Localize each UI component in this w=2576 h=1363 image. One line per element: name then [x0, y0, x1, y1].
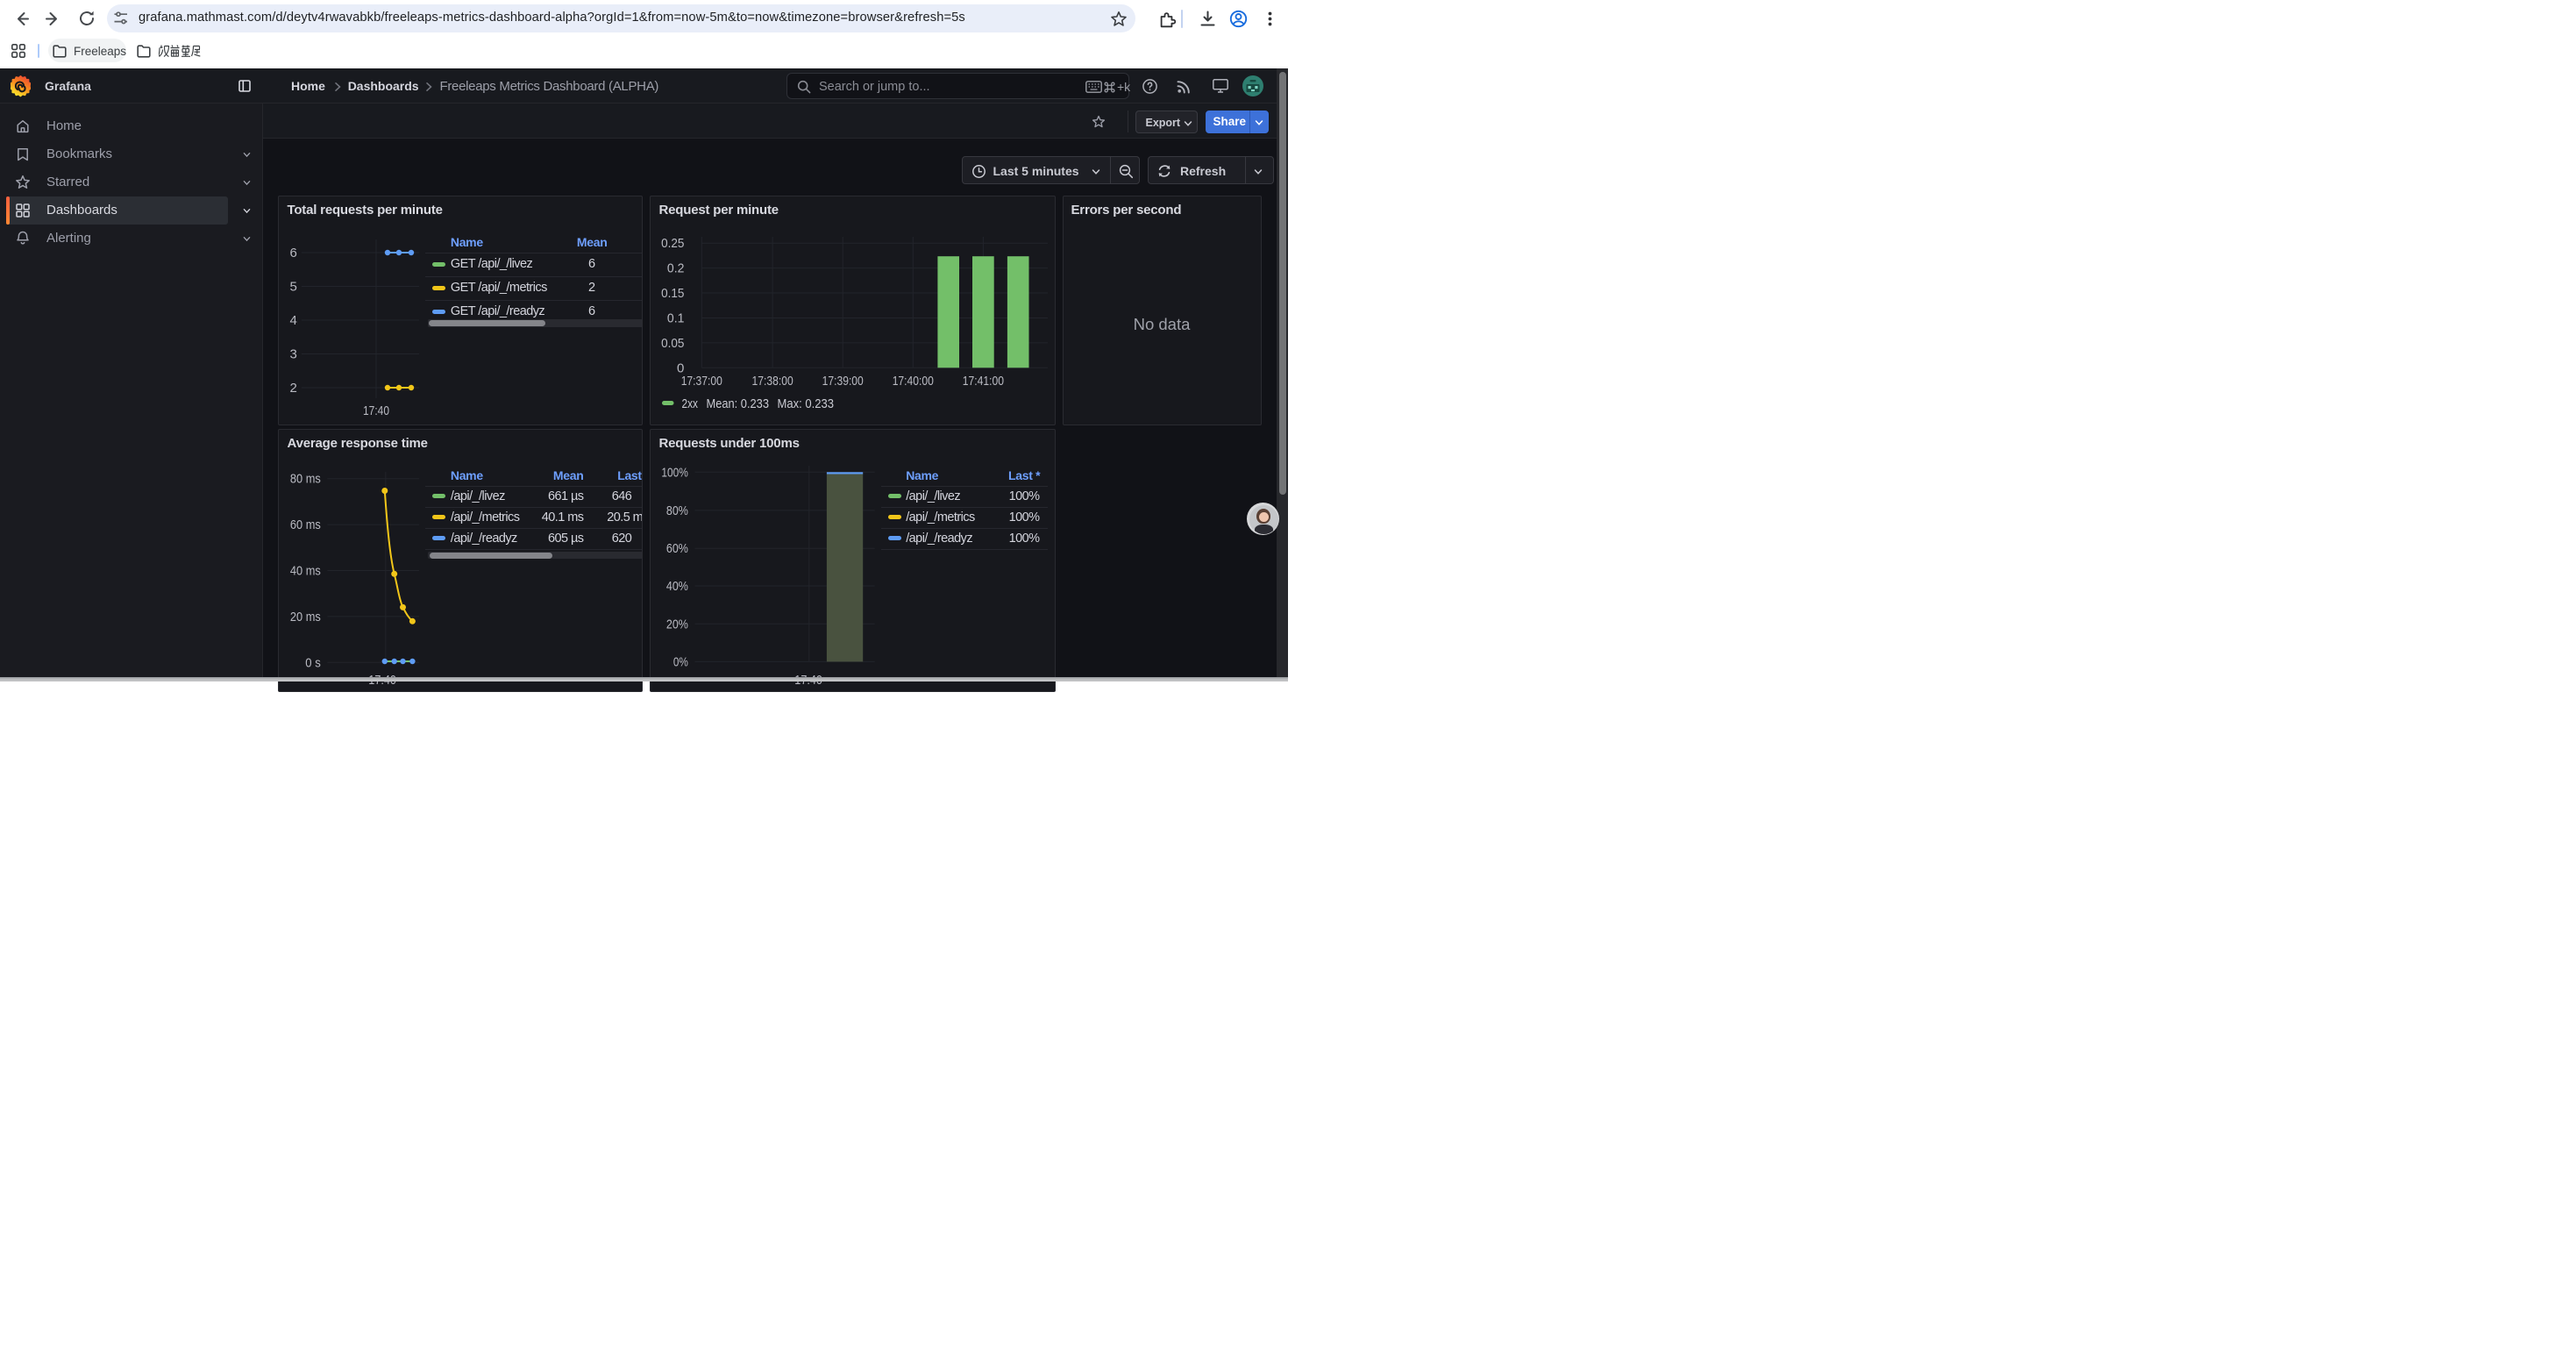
svg-text:0.15: 0.15	[661, 286, 684, 301]
svg-text:17:40:00: 17:40:00	[892, 374, 933, 389]
svg-text:17:41:00: 17:41:00	[962, 374, 1003, 389]
svg-text:17:38:00: 17:38:00	[751, 374, 793, 389]
svg-text:Max: 0.233: Max: 0.233	[777, 397, 834, 411]
svg-text:17:40: 17:40	[363, 403, 389, 418]
svg-text:2xx: 2xx	[681, 397, 698, 411]
svg-text:2: 2	[289, 381, 296, 396]
svg-text:0.25: 0.25	[661, 236, 684, 251]
svg-text:40 ms: 40 ms	[289, 564, 320, 579]
svg-text:40%: 40%	[665, 579, 687, 594]
svg-text:20%: 20%	[665, 617, 687, 632]
svg-text:17:37:00: 17:37:00	[680, 374, 722, 389]
svg-text:20 ms: 20 ms	[289, 610, 320, 624]
svg-text:Mean: 0.233: Mean: 0.233	[706, 397, 769, 411]
svg-text:3: 3	[289, 347, 296, 362]
svg-text:0 s: 0 s	[305, 655, 321, 670]
svg-text:0.1: 0.1	[666, 311, 684, 326]
svg-text:0.05: 0.05	[661, 336, 684, 351]
svg-text:17:39:00: 17:39:00	[822, 374, 863, 389]
svg-text:0%: 0%	[672, 654, 687, 669]
svg-text:0.2: 0.2	[666, 261, 684, 276]
